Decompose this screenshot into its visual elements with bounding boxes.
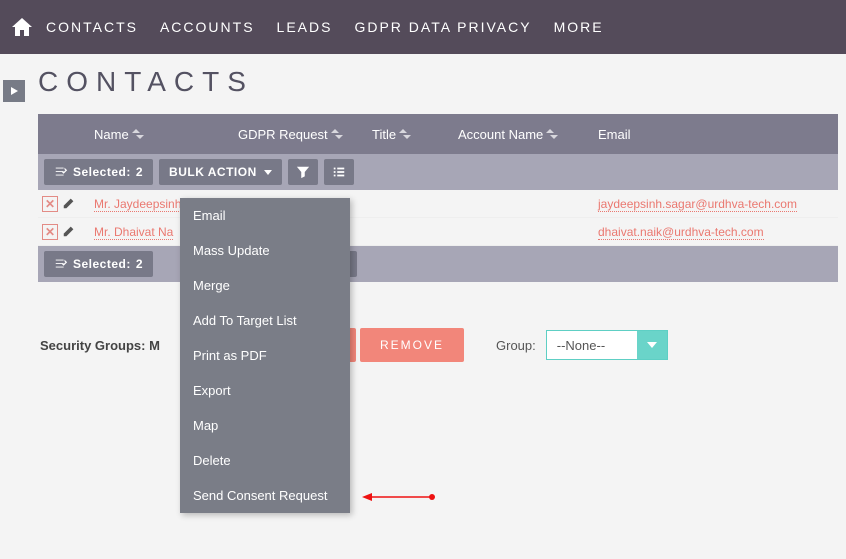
nav-leads[interactable]: LEADS (277, 19, 333, 35)
selected-label: Selected: (73, 165, 131, 179)
group-label: Group: (496, 338, 536, 353)
column-title[interactable]: Title (372, 127, 458, 142)
chevron-down-icon (264, 170, 272, 175)
sort-icon (135, 129, 145, 139)
list-view-button[interactable] (324, 159, 354, 185)
sort-icon (402, 129, 412, 139)
selected-count-bottom: 2 (136, 257, 143, 271)
menu-send-consent[interactable]: Send Consent Request (180, 478, 350, 513)
sort-icon (334, 129, 344, 139)
annotation-arrow (360, 490, 430, 504)
nav-accounts[interactable]: ACCOUNTS (160, 19, 255, 35)
actionbar-bottom: Selected: 2 (38, 246, 838, 282)
chevron-down-icon (637, 331, 667, 359)
column-name[interactable]: Name (94, 127, 238, 142)
page-title: CONTACTS (38, 66, 838, 98)
selected-button-bottom[interactable]: Selected: 2 (44, 251, 153, 277)
contact-name-link[interactable]: Mr. Jaydeepsinh (94, 197, 181, 212)
expand-sidebar-button[interactable] (3, 80, 25, 102)
contact-email-link[interactable]: dhaivat.naik@urdhva-tech.com (598, 225, 764, 240)
menu-merge[interactable]: Merge (180, 268, 350, 303)
column-email-label: Email (598, 127, 631, 142)
nav-more[interactable]: MORE (554, 19, 604, 35)
sidebar (0, 54, 28, 559)
menu-map[interactable]: Map (180, 408, 350, 443)
menu-delete[interactable]: Delete (180, 443, 350, 478)
bulk-action-menu: Email Mass Update Merge Add To Target Li… (180, 198, 350, 513)
contact-email-link[interactable]: jaydeepsinh.sagar@urdhva-tech.com (598, 197, 797, 212)
group-select-value: --None-- (547, 331, 637, 359)
menu-email[interactable]: Email (180, 198, 350, 233)
column-gdpr[interactable]: GDPR Request (238, 127, 372, 142)
group-select[interactable]: --None-- (546, 330, 668, 360)
topbar: CONTACTS ACCOUNTS LEADS GDPR DATA PRIVAC… (0, 0, 846, 54)
actionbar-top: Selected: 2 BULK ACTION (38, 154, 838, 190)
column-name-label: Name (94, 127, 129, 142)
menu-mass-update[interactable]: Mass Update (180, 233, 350, 268)
column-account[interactable]: Account Name (458, 127, 598, 142)
delete-row-button[interactable]: ✕ (42, 196, 58, 212)
nav-contacts[interactable]: CONTACTS (46, 19, 138, 35)
menu-print-pdf[interactable]: Print as PDF (180, 338, 350, 373)
column-email[interactable]: Email (598, 127, 778, 142)
edit-row-button[interactable] (62, 224, 78, 240)
home-icon[interactable] (10, 15, 34, 39)
lower-controls: Security Groups: M REMOVE Group: --None-… (40, 328, 840, 362)
column-title-label: Title (372, 127, 396, 142)
table-row: ✕ Mr. Jaydeepsinh jaydeepsinh.sagar@urdh… (38, 190, 838, 218)
bulk-action-label: BULK ACTION (169, 165, 257, 179)
orange-stripe (350, 328, 356, 362)
column-account-label: Account Name (458, 127, 543, 142)
menu-export[interactable]: Export (180, 373, 350, 408)
delete-row-button[interactable]: ✕ (42, 224, 58, 240)
table-row: ✕ Mr. Dhaivat Na dhaivat.naik@urdhva-tec… (38, 218, 838, 246)
sort-icon (549, 129, 559, 139)
table-header: Name GDPR Request Title Account Name Ema… (38, 114, 838, 154)
edit-row-button[interactable] (62, 196, 78, 212)
selected-button[interactable]: Selected: 2 (44, 159, 153, 185)
nav-gdpr[interactable]: GDPR DATA PRIVACY (354, 19, 531, 35)
security-groups-label: Security Groups: M (40, 338, 180, 353)
remove-button[interactable]: REMOVE (360, 328, 464, 362)
menu-add-target-list[interactable]: Add To Target List (180, 303, 350, 338)
selected-count: 2 (136, 165, 143, 179)
column-gdpr-label: GDPR Request (238, 127, 328, 142)
bulk-action-button[interactable]: BULK ACTION (159, 159, 282, 185)
filter-button[interactable] (288, 159, 318, 185)
contact-name-link[interactable]: Mr. Dhaivat Na (94, 225, 173, 240)
content-area: CONTACTS Name GDPR Request Title Account… (38, 66, 838, 282)
selected-label-bottom: Selected: (73, 257, 131, 271)
